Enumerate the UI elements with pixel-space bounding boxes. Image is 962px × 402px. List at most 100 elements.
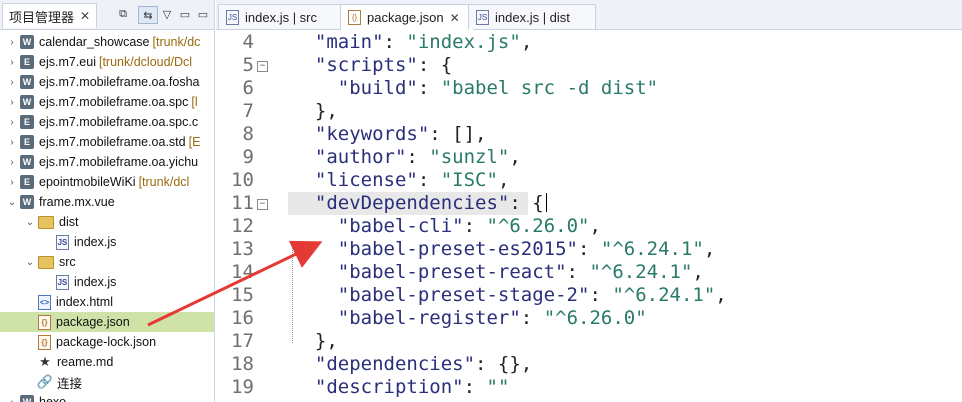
editor-tabs: JS index.js | src {} package.json ✕ JS index.j… [216,0,962,30]
collapse-arrow-icon[interactable]: › [6,97,18,108]
tree-item[interactable]: › Wejs.m7.mobileframe.oa.yichu [0,152,214,172]
json-file-icon: {} [38,334,51,350]
link-icon: 🔗 [36,374,54,389]
json-key: "babel-register" [337,307,521,329]
line-number: 19 [231,376,254,398]
collapse-arrow-icon[interactable]: › [6,157,18,168]
json-punct [292,284,338,306]
line-number: 15 [231,284,254,306]
tree-item[interactable]: › Wejs.m7.mobileframe.oa.fosha [0,72,214,92]
project-explorer-tab[interactable]: 项目管理器 ✕ [2,3,98,28]
expand-icon[interactable]: ⌄ [6,197,18,208]
tree-item[interactable]: ⌄ dist [0,212,214,232]
editor-tab-label: package.json [367,10,444,25]
tree-item[interactable]: › Whexo [0,392,214,402]
collapse-all-icon[interactable]: ⧉ [114,6,132,22]
close-icon[interactable]: ✕ [450,11,460,25]
tree-item[interactable]: <> index.html [0,292,214,312]
json-punct: : [520,307,544,329]
line-number: 9 [242,146,254,168]
editor-tab[interactable]: JS index.js | src [218,4,344,29]
json-punct: : [566,261,590,283]
collapse-arrow-icon[interactable]: › [6,117,18,128]
js-file-icon: JS [56,274,69,290]
tree-item[interactable]: ⌄ src [0,252,214,272]
json-file-icon: {} [38,314,51,330]
tree-item-label: calendar_showcase [39,35,150,49]
json-key: "scripts" [314,54,418,76]
editor-tab[interactable]: JS index.js | dist [468,4,596,29]
line-number: 13 [231,238,254,260]
tree-item-label: index.js [74,275,117,289]
tree-item-svn-info: [trunk/dc [152,35,201,49]
project-icon: E [20,135,34,149]
tree-item[interactable]: › Eejs.m7.mobileframe.oa.std [E [0,132,214,152]
maximize-icon[interactable]: ▭ [194,6,212,22]
fold-toggle-icon[interactable]: − [257,199,268,210]
code-line: "babel-preset-stage-2": "^6.24.1", [292,284,727,307]
tree-item[interactable]: › Eejs.m7.mobileframe.oa.spc.c [0,112,214,132]
tree-item-label: index.js [74,235,117,249]
close-icon[interactable]: ✕ [80,9,90,23]
tree-item[interactable]: ⌄ Wframe.mx.vue [0,192,214,212]
tree-item-label: frame.mx.vue [39,195,115,209]
tree-item[interactable]: › Eejs.m7.eui [trunk/dcloud/Dcl [0,52,214,72]
tree-item[interactable]: › Wcalendar_showcase [trunk/dc [0,32,214,52]
editor-tab[interactable]: {} package.json ✕ [340,4,474,30]
json-punct [292,238,338,260]
code-editor[interactable]: 4 "main": "index.js", 5− "scripts": {6 "b… [216,29,962,402]
json-punct: : [463,376,487,398]
json-key: "license" [314,169,418,191]
line-number: 6 [242,77,254,99]
star-icon: ★ [39,354,51,369]
json-punct: , [692,261,704,283]
code-line: "build": "babel src -d dist" [292,77,658,100]
line-number: 17 [231,330,254,352]
code-line: "babel-register": "^6.26.0" [292,307,647,330]
line-number: 16 [231,307,254,329]
json-punct [292,31,315,53]
tree-item[interactable]: {} package-lock.json [0,332,214,352]
ide-window: 项目管理器 ✕ ⧉ ⇆ ▽ ▭ ▭ › Wcalendar_showcase [tr… [0,0,962,402]
tree-item[interactable]: JS index.js [0,232,214,252]
json-string: "^6.24.1" [600,238,704,260]
json-punct: : [417,169,441,191]
editor-area: JS index.js | src {} package.json ✕ JS index.j… [216,0,962,402]
tree-item[interactable]: › EepointmobileWiKi [trunk/dcl [0,172,214,192]
json-key: "description" [314,376,464,398]
collapse-arrow-icon[interactable]: › [6,37,18,48]
collapse-arrow-icon[interactable]: › [6,77,18,88]
collapse-arrow-icon[interactable]: › [6,57,18,68]
tree-item-label: ejs.m7.mobileframe.oa.spc.c [39,115,199,129]
collapse-arrow-icon[interactable]: › [6,397,18,402]
tree-item-label: dist [59,215,79,229]
tree-item-label: package.json [56,315,130,329]
html-file-icon: <> [38,294,51,310]
tree-item[interactable]: {} package.json [0,312,214,332]
expand-icon[interactable]: ⌄ [24,257,36,268]
fold-toggle-icon[interactable]: − [257,61,268,72]
code-line: "license": "ISC", [292,169,510,192]
link-editor-icon[interactable]: ⇆ [138,6,158,24]
collapse-arrow-icon[interactable]: › [6,177,18,188]
line-number: 18 [231,353,254,375]
tree-item[interactable]: › Wejs.m7.mobileframe.oa.spc [l [0,92,214,112]
line-number: 4 [242,31,254,53]
code-line: }, [292,100,338,123]
line-number: 7 [242,100,254,122]
json-key: "dependencies" [314,353,476,375]
collapse-arrow-icon[interactable]: › [6,137,18,148]
minimize-icon[interactable]: ▭ [176,6,194,22]
code-line: "dependencies": {}, [292,353,532,376]
expand-icon[interactable]: ⌄ [24,217,36,228]
tree-item-svn-info: [trunk/dcloud/Dcl [98,55,193,69]
tree-item[interactable]: ★ reame.md [0,352,214,372]
code-line: "author": "sunzl", [292,146,521,169]
view-menu-icon[interactable]: ▽ [158,6,176,22]
tree-item-label: ejs.m7.mobileframe.oa.std [39,135,186,149]
tree-item[interactable]: JS index.js [0,272,214,292]
tree-item[interactable]: 🔗 连接 [0,372,214,392]
tree-item-svn-info: [E [188,135,201,149]
json-punct [292,123,315,145]
tree-item-svn-info: [l [191,95,198,109]
